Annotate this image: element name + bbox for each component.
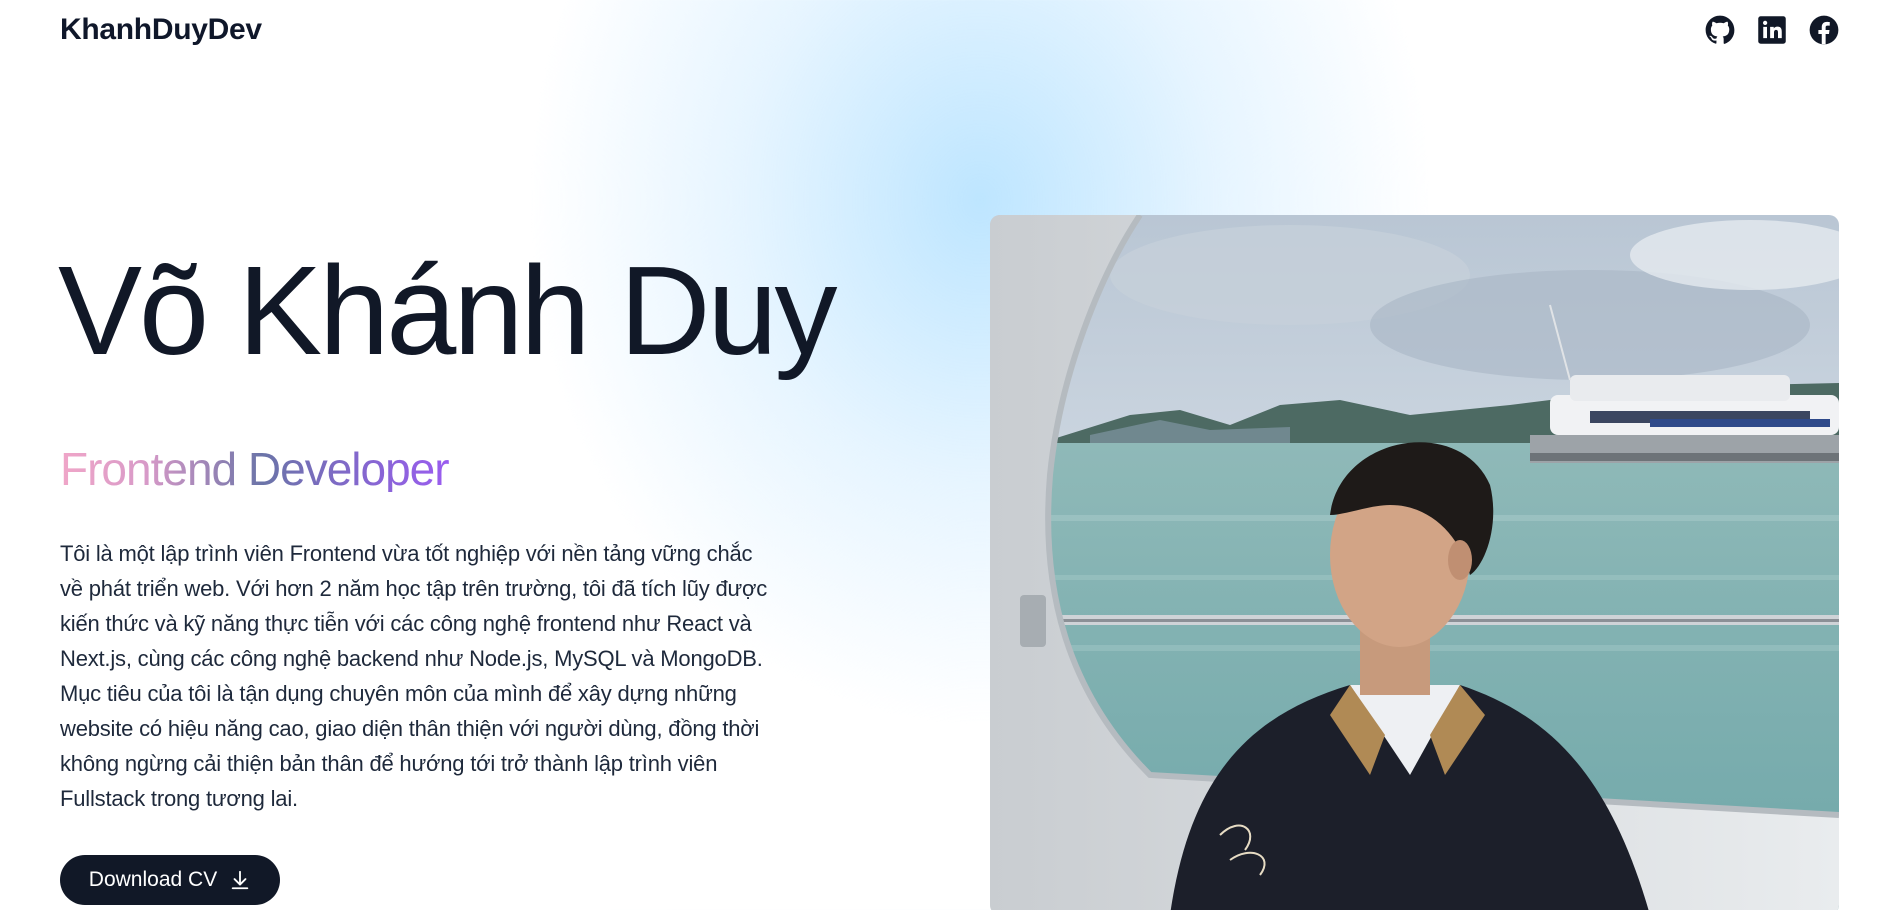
linkedin-icon xyxy=(1758,16,1786,44)
github-icon xyxy=(1705,15,1735,44)
download-cv-label: Download CV xyxy=(88,868,218,891)
linkedin-link[interactable] xyxy=(1757,15,1787,45)
download-cv-button[interactable]: Download CV xyxy=(60,855,280,905)
facebook-link[interactable] xyxy=(1809,15,1839,45)
download-icon xyxy=(231,870,249,890)
hero-bio: Tôi là một lập trình viên Frontend vừa t… xyxy=(60,541,768,811)
social-links xyxy=(1705,15,1839,45)
hero-name: Võ Khánh Duy xyxy=(58,240,838,381)
facebook-icon xyxy=(1809,15,1839,45)
site-header: KhanhDuyDev xyxy=(60,0,1839,60)
hero-role: Frontend Developer xyxy=(60,443,450,495)
site-logo[interactable]: KhanhDuyDev xyxy=(60,13,262,47)
github-link[interactable] xyxy=(1705,15,1735,45)
profile-photo xyxy=(990,215,1839,910)
